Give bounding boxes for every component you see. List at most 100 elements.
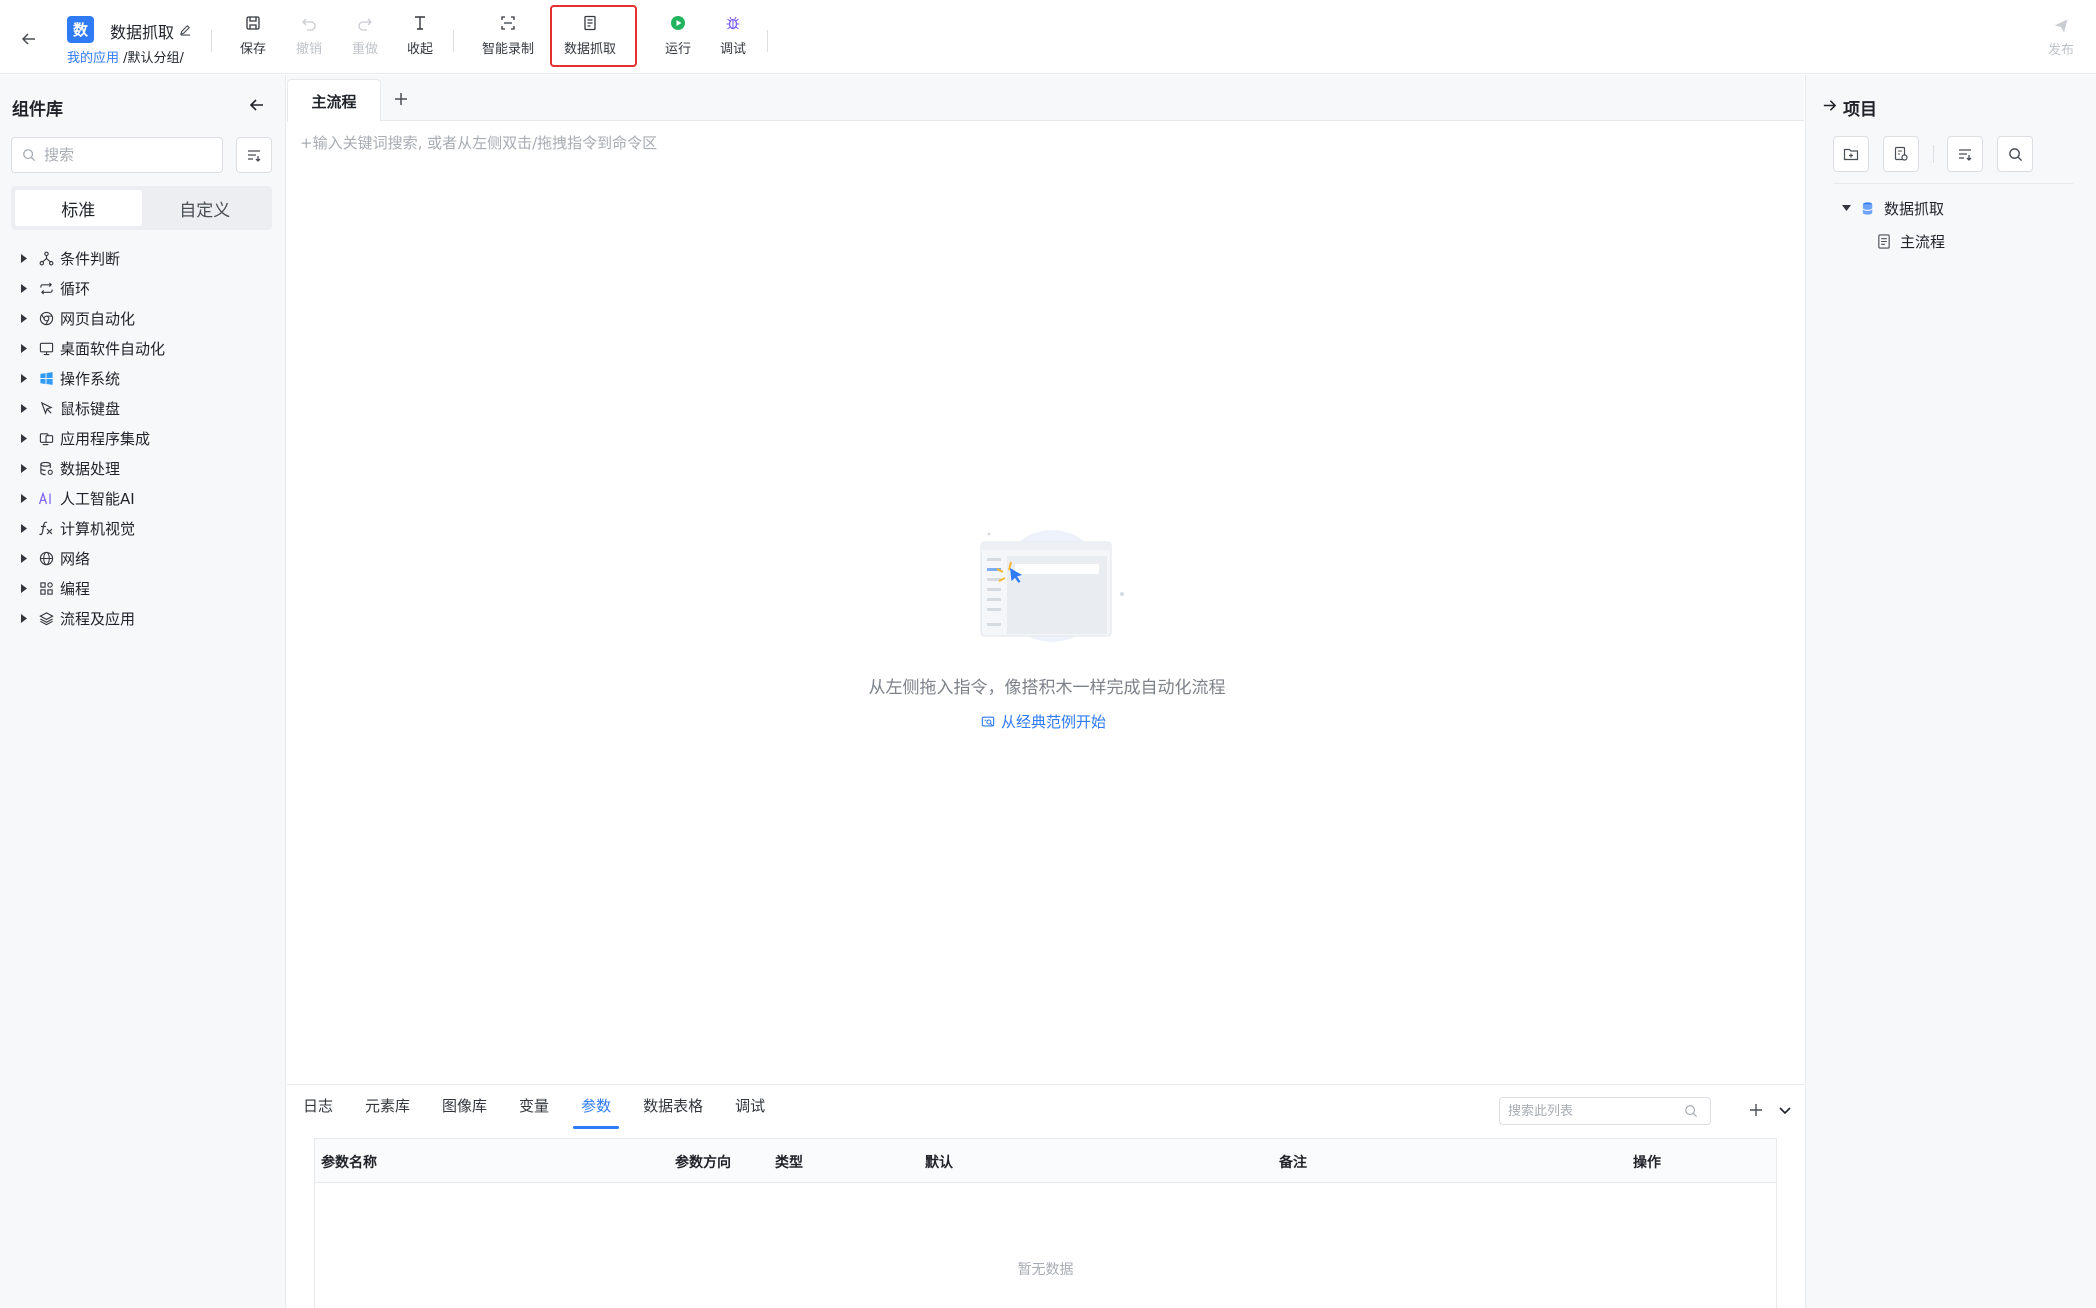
library-sort-button[interactable] — [236, 137, 272, 173]
caret-right-icon — [20, 523, 28, 533]
caret-right-icon — [20, 253, 28, 263]
library-item-web-automation[interactable]: 网页自动化 — [0, 303, 286, 333]
save-button[interactable]: 保存 — [240, 14, 266, 64]
caret-right-icon — [20, 583, 28, 593]
toolbar-divider — [211, 30, 212, 52]
tab-custom[interactable]: 自定义 — [142, 190, 269, 226]
undo-button[interactable]: 撤销 — [296, 14, 322, 64]
debug-button[interactable]: 调试 — [720, 14, 746, 64]
play-icon — [669, 14, 687, 32]
database-icon — [38, 460, 54, 476]
template-icon — [981, 715, 995, 729]
app-integration-icon — [38, 430, 54, 446]
redo-icon — [356, 14, 374, 32]
library-item-os[interactable]: 操作系统 — [0, 363, 286, 393]
project-sort-button[interactable] — [1947, 136, 1983, 172]
add-parameter-icon[interactable] — [1747, 1101, 1765, 1119]
publish-button[interactable]: 发布 — [2046, 18, 2076, 58]
caret-right-icon — [20, 403, 28, 413]
library-search-input[interactable] — [44, 146, 204, 164]
caret-right-icon — [20, 553, 28, 563]
tab-image-library[interactable]: 图像库 — [442, 1095, 487, 1129]
toolbar-divider — [1933, 145, 1934, 163]
collapse-left-icon[interactable] — [247, 95, 267, 115]
library-item-programming[interactable]: 编程 — [0, 573, 286, 603]
column-default: 默认 — [925, 1155, 953, 1171]
run-button[interactable]: 运行 — [665, 14, 691, 64]
table-header: 参数名称 参数方向 类型 默认 备注 操作 — [315, 1139, 1776, 1183]
data-capture-button[interactable]: 数据抓取 — [564, 14, 616, 64]
tab-element-library[interactable]: 元素库 — [365, 1095, 410, 1129]
redo-button[interactable]: 重做 — [352, 14, 378, 64]
folder-add-icon — [1843, 146, 1859, 162]
project-search-button[interactable] — [1997, 136, 2033, 172]
expand-right-icon[interactable] — [1821, 97, 1837, 113]
caret-right-icon — [20, 463, 28, 473]
library-item-loop[interactable]: 循环 — [0, 273, 286, 303]
caret-down-icon — [1840, 205, 1852, 211]
tab-log[interactable]: 日志 — [303, 1095, 333, 1129]
caret-right-icon — [20, 613, 28, 623]
code-blocks-icon — [38, 580, 54, 596]
new-flow-button[interactable] — [1883, 136, 1919, 172]
library-item-process-app[interactable]: 流程及应用 — [0, 603, 286, 633]
new-folder-button[interactable] — [1833, 136, 1869, 172]
library-item-app-integration[interactable]: 应用程序集成 — [0, 423, 286, 453]
project-title: 项目 — [1843, 100, 1877, 120]
column-param-name: 参数名称 — [321, 1155, 377, 1171]
database-icon — [1860, 201, 1876, 216]
ai-icon — [38, 490, 54, 506]
search-icon[interactable] — [1684, 1104, 1698, 1118]
search-icon — [22, 148, 36, 162]
tree-item-root[interactable]: 数据抓取 — [1840, 195, 1944, 221]
list-search-input[interactable] — [1508, 1103, 1684, 1119]
column-type: 类型 — [775, 1155, 803, 1171]
top-toolbar: 数 数据抓取 我的应用 /默认分组/ 保存 撤销 重做 收起 智能录制 数据抓取… — [0, 0, 2096, 74]
function-icon — [38, 520, 54, 536]
tab-variables[interactable]: 变量 — [519, 1095, 549, 1129]
tab-main-flow[interactable]: 主流程 — [287, 79, 381, 122]
file-settings-icon — [1893, 146, 1909, 162]
library-item-desktop-automation[interactable]: 桌面软件自动化 — [0, 333, 286, 363]
back-arrow-icon[interactable] — [18, 28, 40, 50]
add-tab-icon[interactable] — [391, 89, 411, 109]
list-search — [1499, 1097, 1711, 1125]
component-library-panel: 组件库 标准 自定义 条件判断 循环 网页自动化 — [0, 75, 286, 1308]
library-item-mouse-keyboard[interactable]: 鼠标键盘 — [0, 393, 286, 423]
layers-icon — [38, 610, 54, 626]
scan-icon — [499, 14, 517, 32]
bottom-tabs: 日志 元素库 图像库 变量 参数 数据表格 调试 — [303, 1095, 797, 1129]
tab-data-table[interactable]: 数据表格 — [643, 1095, 703, 1129]
library-item-ai[interactable]: 人工智能AI — [0, 483, 286, 513]
document-icon — [581, 14, 599, 32]
tab-parameters[interactable]: 参数 — [573, 1095, 620, 1129]
empty-canvas-hint: 从左侧拖入指令，像搭积木一样完成自动化流程 — [868, 678, 1226, 698]
chevron-down-icon[interactable] — [1778, 1103, 1792, 1117]
parameter-table: 参数名称 参数方向 类型 默认 备注 操作 暂无数据 — [314, 1138, 1777, 1308]
breadcrumb-my-apps[interactable]: 我的应用 — [67, 51, 119, 66]
browser-icon — [38, 310, 54, 326]
collapse-button[interactable]: 收起 — [407, 14, 433, 64]
caret-right-icon — [20, 433, 28, 443]
library-item-condition[interactable]: 条件判断 — [0, 243, 286, 273]
start-from-example-link[interactable]: 从经典范例开始 — [981, 711, 1106, 732]
sort-icon — [1957, 146, 1973, 162]
library-tabs: 标准 自定义 — [11, 186, 272, 230]
caret-right-icon — [20, 283, 28, 293]
smart-record-button[interactable]: 智能录制 — [482, 14, 534, 64]
windows-icon — [38, 370, 54, 386]
command-search-input[interactable] — [300, 128, 1780, 158]
pencil-icon[interactable] — [178, 22, 192, 36]
caret-right-icon — [20, 343, 28, 353]
library-item-computer-vision[interactable]: 计算机视觉 — [0, 513, 286, 543]
library-search — [11, 137, 223, 173]
tab-debug[interactable]: 调试 — [735, 1095, 765, 1129]
table-empty-state: 暂无数据 — [1017, 1262, 1074, 1278]
library-item-network[interactable]: 网络 — [0, 543, 286, 573]
tab-standard[interactable]: 标准 — [15, 190, 142, 226]
empty-canvas-illustration — [977, 528, 1127, 648]
editor-tabbar: 主流程 — [287, 75, 1804, 122]
column-param-direction: 参数方向 — [675, 1155, 731, 1171]
tree-item-main-flow[interactable]: 主流程 — [1876, 228, 1945, 254]
library-item-data-processing[interactable]: 数据处理 — [0, 453, 286, 483]
